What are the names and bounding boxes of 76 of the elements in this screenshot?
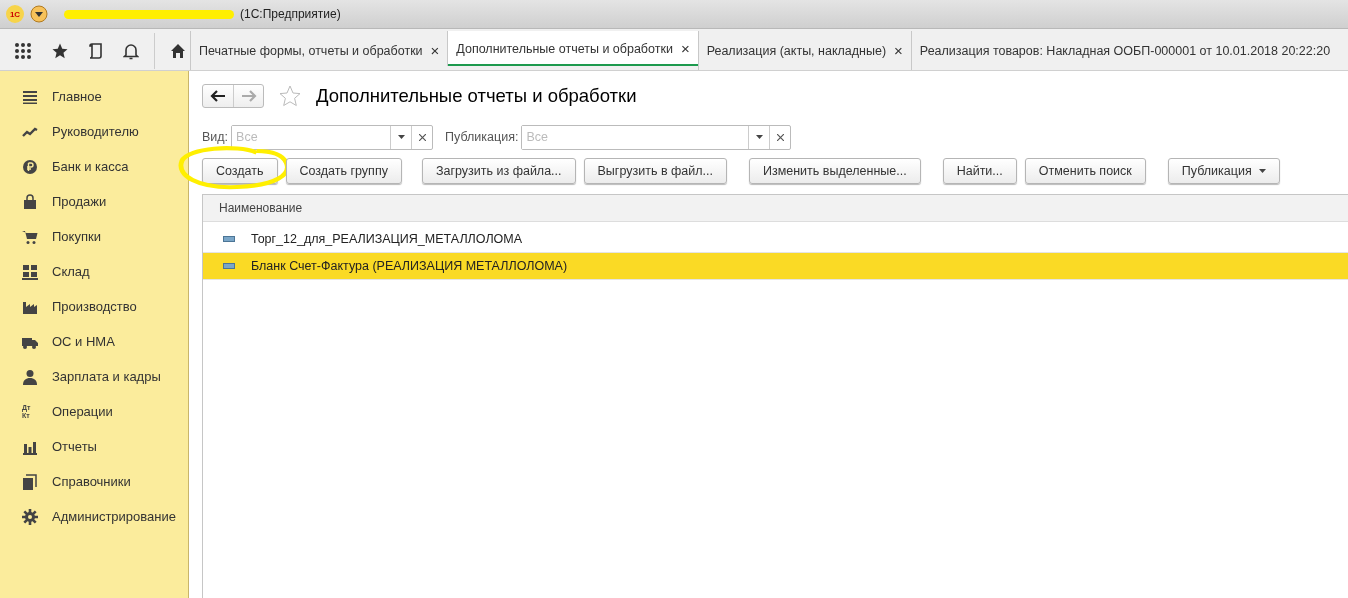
sidebar-item[interactable]: Руководителю (0, 114, 188, 149)
sidebar-item[interactable]: Склад (0, 254, 188, 289)
sidebar-item[interactable]: Продажи (0, 184, 188, 219)
toolbar-button[interactable]: Публикация (1167, 158, 1280, 184)
sidebar-label: Администрирование (52, 509, 176, 524)
clear-icon[interactable] (776, 133, 784, 141)
home-icon[interactable] (170, 42, 186, 59)
tab-label: Дополнительные отчеты и обработки (456, 41, 673, 56)
combobox-frame[interactable]: Все (521, 124, 792, 150)
toolbar-button[interactable]: Отменить поиск (1024, 158, 1146, 184)
tab-label: Реализация (акты, накладные) (706, 43, 887, 58)
toolbar-button[interactable]: Загрузить из файла... (421, 158, 576, 184)
sidebar-item[interactable]: Справочники (0, 464, 188, 499)
dropdown-caret-icon[interactable] (397, 135, 405, 139)
sidebar-item[interactable]: Производство (0, 289, 188, 324)
toolbar-button[interactable]: Создать (202, 158, 278, 184)
sidebar-item[interactable]: Банк и касса (0, 149, 188, 184)
clear-icon[interactable] (418, 133, 426, 141)
sidebar-item[interactable]: Главное (0, 79, 188, 114)
back-arrow-icon (210, 90, 226, 102)
item-icon (223, 236, 235, 242)
sidebar-label: Главное (52, 89, 102, 104)
sidebar-item[interactable]: ОС и НМА (0, 324, 188, 359)
column-header[interactable]: Наименование (203, 195, 1348, 222)
person-icon (22, 368, 38, 385)
tab[interactable]: Дополнительные отчеты и обработки × (447, 31, 698, 66)
tab[interactable]: Реализация (акты, накладные) × (697, 31, 911, 70)
toolbar-button[interactable]: Изменить выделенные... (748, 158, 921, 184)
close-tab-icon[interactable]: × (430, 42, 440, 59)
sidebar-label: Руководителю (52, 124, 139, 139)
history-scroll-icon[interactable] (88, 41, 104, 60)
filter-label: Вид: (202, 130, 229, 144)
star-outline-icon[interactable] (278, 84, 302, 108)
item-icon (223, 263, 235, 269)
sidebar-item[interactable]: Зарплата и кадры (0, 359, 188, 394)
tab-label: Реализация товаров: Накладная ООБП-000001 от 10.01.2018 20:22:20 (919, 43, 1331, 58)
sidebar-label: Зарплата и кадры (52, 369, 161, 384)
sidebar-item[interactable]: Администрирование (0, 499, 188, 534)
gear-icon (22, 508, 38, 525)
ruble-coin-icon (22, 158, 38, 175)
table-cell: Бланк Счет-Фактура (РЕАЛИЗАЦИЯ МЕТАЛЛОЛОМА) (251, 259, 568, 273)
app-logo-icon: 1С (6, 5, 24, 23)
window-title: (1С:Предприятие) (240, 7, 341, 21)
page-title: Дополнительные отчеты и обработки (316, 85, 637, 107)
cart-icon (22, 228, 38, 245)
forward-arrow-icon (240, 90, 257, 102)
toolbar-button[interactable]: Выгрузить в файл... (583, 158, 727, 184)
combobox-frame[interactable]: Все (231, 124, 434, 150)
sidebar-label: ОС и НМА (52, 334, 115, 349)
books-icon (22, 473, 38, 490)
sidebar-label: Банк и касса (52, 159, 129, 174)
sidebar-item[interactable]: Отчеты (0, 429, 188, 464)
tab-label: Печатные формы, отчеты и обработки (199, 43, 423, 58)
bell-icon[interactable] (123, 41, 139, 60)
close-tab-icon[interactable]: × (680, 40, 690, 57)
sidebar-label: Склад (52, 264, 90, 279)
dropdown-menu-icon[interactable] (30, 5, 48, 23)
toolbar-button[interactable]: Создать группу (285, 158, 402, 184)
sidebar-item[interactable]: Покупки (0, 219, 188, 254)
warehouse-icon (22, 263, 38, 280)
filter-label: Публикация: (445, 130, 519, 144)
apps-grid-icon[interactable] (14, 41, 32, 60)
table-row[interactable]: Бланк Счет-Фактура (РЕАЛИЗАЦИЯ МЕТАЛЛОЛОМА) (203, 253, 1348, 280)
sidebar-label: Покупки (52, 229, 101, 244)
tab[interactable]: Реализация товаров: Накладная ООБП-000001 от 10.01.2018 20:22:20 (910, 31, 1331, 70)
shopping-bag-icon (22, 193, 38, 210)
sidebar-label: Отчеты (52, 439, 97, 454)
list-icon (22, 88, 38, 105)
table-cell: Торг_12_для_РЕАЛИЗАЦИЯ_МЕТАЛЛОЛОМА (251, 232, 523, 246)
close-tab-icon[interactable]: × (894, 42, 903, 59)
sidebar-label: Операции (52, 404, 113, 419)
dropdown-caret-icon[interactable] (755, 135, 763, 139)
toolbar-button[interactable]: Найти... (942, 158, 1017, 184)
sidebar-label: Справочники (52, 474, 131, 489)
sidebar-label: Производство (52, 299, 137, 314)
sidebar-label: Продажи (52, 194, 107, 209)
